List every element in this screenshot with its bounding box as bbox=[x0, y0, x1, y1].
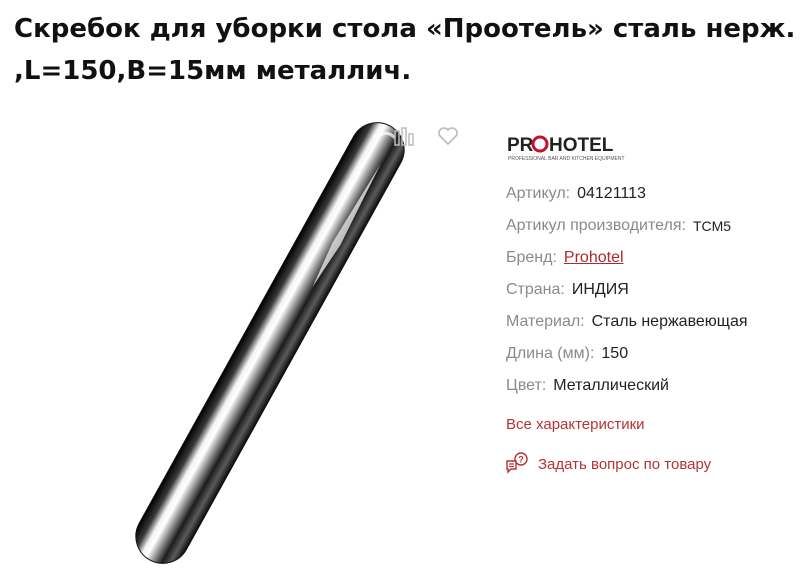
ask-question-label: Задать вопрос по товару bbox=[538, 455, 712, 473]
product-image bbox=[135, 122, 405, 564]
spec-value: ИНДИЯ bbox=[571, 281, 629, 298]
specs-list: Артикул: 04121113 Артикул производителя:… bbox=[506, 178, 748, 402]
spec-value: TCM5 bbox=[692, 218, 732, 234]
compare-icon[interactable] bbox=[393, 127, 415, 147]
spec-label: Материал: bbox=[506, 313, 585, 330]
spec-value: 04121113 bbox=[577, 185, 646, 202]
spec-row-article: Артикул: 04121113 bbox=[506, 178, 748, 210]
spec-row-material: Материал: Сталь нержавеющая bbox=[506, 306, 748, 338]
svg-text:?: ? bbox=[518, 455, 524, 465]
heart-icon[interactable] bbox=[436, 124, 460, 148]
spec-label: Цвет: bbox=[506, 377, 547, 394]
spec-row-manufacturer-article: Артикул производителя: TCM5 bbox=[506, 210, 748, 242]
spec-value: 150 bbox=[601, 345, 629, 362]
logo-ring-icon bbox=[531, 135, 549, 153]
logo-text-right: HOTEL bbox=[549, 135, 614, 156]
spec-label: Бренд: bbox=[506, 249, 557, 266]
logo-tagline: PROFESSIONAL BAR AND KITCHEN EQUIPMENT bbox=[508, 156, 625, 162]
spec-row-brand: Бренд: Prohotel bbox=[506, 242, 748, 274]
spec-value: Сталь нержавеющая bbox=[591, 313, 748, 330]
spec-label: Артикул производителя: bbox=[506, 217, 686, 234]
logo-text-left: PR bbox=[507, 135, 534, 156]
brand-link[interactable]: Prohotel bbox=[564, 249, 624, 267]
brand-logo[interactable]: PR HOTEL PROFESSIONAL BAR AND KITCHEN EQ… bbox=[507, 131, 637, 163]
ask-question-link[interactable]: ? Задать вопрос по товару bbox=[504, 452, 711, 476]
spec-row-color: Цвет: Металлический bbox=[506, 370, 748, 402]
all-specs-link[interactable]: Все характеристики bbox=[506, 416, 645, 433]
spec-label: Страна: bbox=[506, 281, 565, 298]
spec-label: Длина (мм): bbox=[506, 345, 595, 362]
spec-value: Металлический bbox=[553, 377, 669, 394]
product-title: Скребок для уборки стола «Проотель» стал… bbox=[14, 14, 796, 86]
spec-label: Артикул: bbox=[506, 185, 571, 202]
spec-row-length: Длина (мм): 150 bbox=[506, 338, 748, 370]
spec-row-country: Страна: ИНДИЯ bbox=[506, 274, 748, 306]
chat-question-icon: ? bbox=[506, 452, 528, 474]
